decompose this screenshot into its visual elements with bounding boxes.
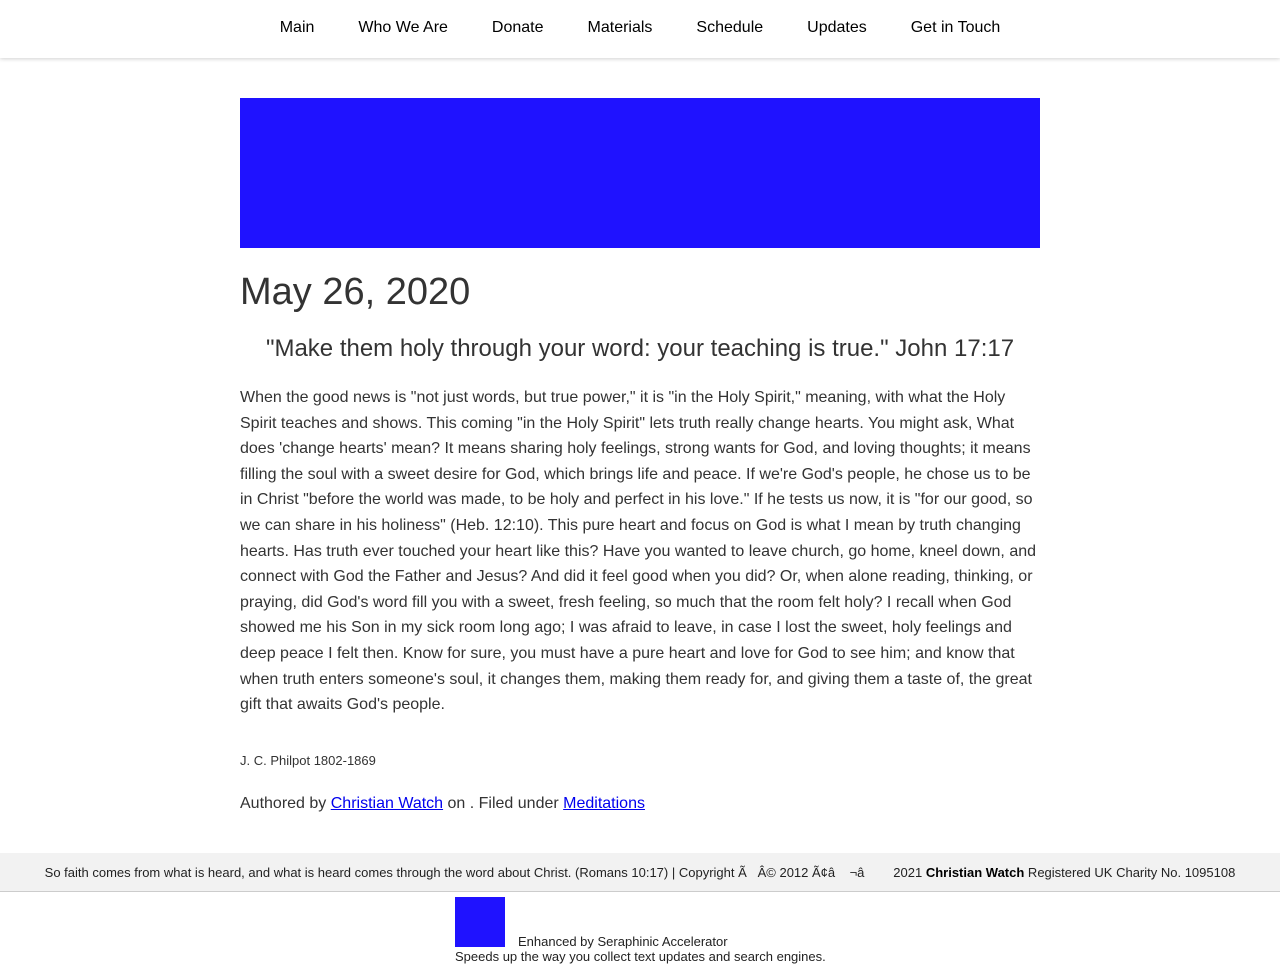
author-link[interactable]: Christian Watch	[331, 795, 443, 812]
post-attribution: J. C. Philpot 1802-1869	[240, 752, 376, 768]
site-footer: So faith comes from what is heard, and w…	[0, 853, 1280, 892]
accelerator-logo	[455, 897, 505, 947]
nav-donate[interactable]: Donate	[492, 18, 544, 38]
nav-who-we-are[interactable]: Who We Are	[358, 18, 448, 38]
nav-materials[interactable]: Materials	[588, 18, 653, 38]
accelerator-title: Enhanced by Seraphinic Accelerator	[518, 934, 728, 949]
footer-org-name: Christian Watch	[925, 864, 1025, 880]
post-meta: Authored by Christian Watch on . Filed u…	[240, 793, 1040, 815]
filed-under-label: on . Filed under	[443, 794, 564, 812]
authored-by-label: Authored by	[240, 794, 331, 812]
scripture-verse: "Make them holy through your word: your …	[265, 335, 1015, 362]
nav-schedule[interactable]: Schedule	[696, 18, 763, 38]
nav-get-in-touch[interactable]: Get in Touch	[911, 18, 1001, 38]
post-container: May 26, 2020 "Make them holy through you…	[240, 98, 1040, 815]
post-body: When the good news is "not just words, b…	[240, 389, 1037, 714]
accelerator-description: Speeds up the way you collect text updat…	[455, 949, 826, 964]
nav-updates[interactable]: Updates	[807, 18, 867, 38]
post-date: May 26, 2020	[240, 271, 471, 313]
banner-image	[240, 98, 1040, 248]
footer-copyright: So faith comes from what is heard, and w…	[44, 864, 926, 880]
nav-main[interactable]: Main	[280, 18, 315, 38]
main-nav: Main Who We Are Donate Materials Schedul…	[0, 0, 1280, 58]
category-link[interactable]: Meditations	[563, 795, 645, 812]
accelerator-badge: Enhanced by Seraphinic Accelerator Speed…	[455, 897, 855, 967]
footer-charity: Registered UK Charity No. 1095108	[1024, 864, 1236, 880]
